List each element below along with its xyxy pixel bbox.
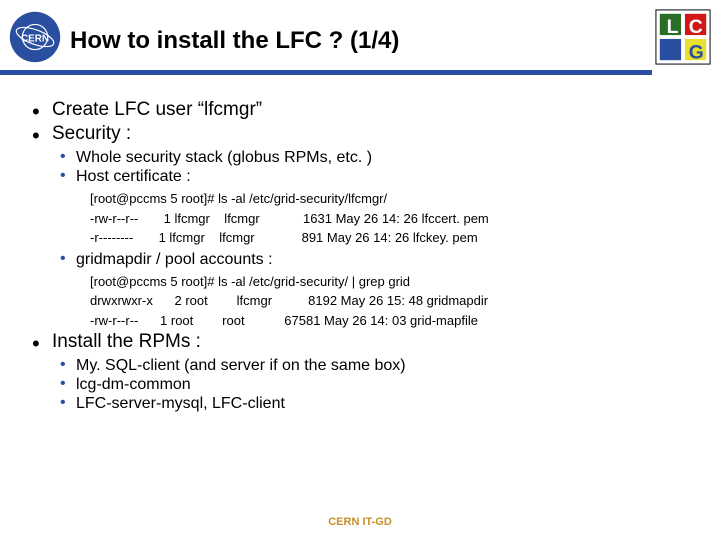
svg-text:L: L — [667, 17, 679, 38]
code-host-cert-1: [root@pccms 5 root]# ls -al /etc/grid-se… — [90, 190, 690, 208]
bullet-host-cert: Host certificate : — [58, 168, 690, 186]
svg-text:C: C — [689, 17, 703, 38]
bullet-gridmapdir: gridmapdir / pool accounts : — [58, 251, 690, 269]
bullet-install-rpms: Install the RPMs : My. SQL-client (and s… — [30, 331, 690, 413]
bullet-security-stack: Whole security stack (globus RPMs, etc. … — [58, 149, 690, 167]
bullet-security-label: Security : — [52, 123, 131, 144]
code-host-cert-3: -r-------- 1 lfcmgr lfcmgr 891 May 26 14… — [90, 229, 690, 247]
svg-text:G: G — [689, 42, 704, 63]
slide-footer: CERN IT-GD — [0, 516, 720, 528]
lcg-logo-icon: L C G — [654, 8, 712, 66]
slide-header: CERN How to install the LFC ? (1/4) L C … — [0, 0, 720, 66]
code-grid-1: [root@pccms 5 root]# ls -al /etc/grid-se… — [90, 273, 690, 291]
cern-logo-icon: CERN — [8, 10, 62, 64]
bullet-lfc-server: LFC-server-mysql, LFC-client — [58, 395, 690, 413]
code-grid-2: drwxrwxr-x 2 root lfcmgr 8192 May 26 15:… — [90, 292, 690, 310]
bullet-mysql-client: My. SQL-client (and server if on the sam… — [58, 357, 690, 375]
code-host-cert-2: -rw-r--r-- 1 lfcmgr lfcmgr 1631 May 26 1… — [90, 210, 690, 228]
bullet-install-rpms-label: Install the RPMs : — [52, 331, 201, 352]
bullet-lcg-dm-common: lcg-dm-common — [58, 376, 690, 394]
code-grid-3: -rw-r--r-- 1 root root 67581 May 26 14: … — [90, 312, 690, 330]
slide-title: How to install the LFC ? (1/4) — [70, 19, 654, 55]
bullet-create-user: Create LFC user “lfcmgr” — [30, 99, 690, 121]
bullet-security: Security : Whole security stack (globus … — [30, 123, 690, 329]
svg-text:CERN: CERN — [21, 34, 49, 45]
slide-content: Create LFC user “lfcmgr” Security : Whol… — [0, 75, 720, 413]
